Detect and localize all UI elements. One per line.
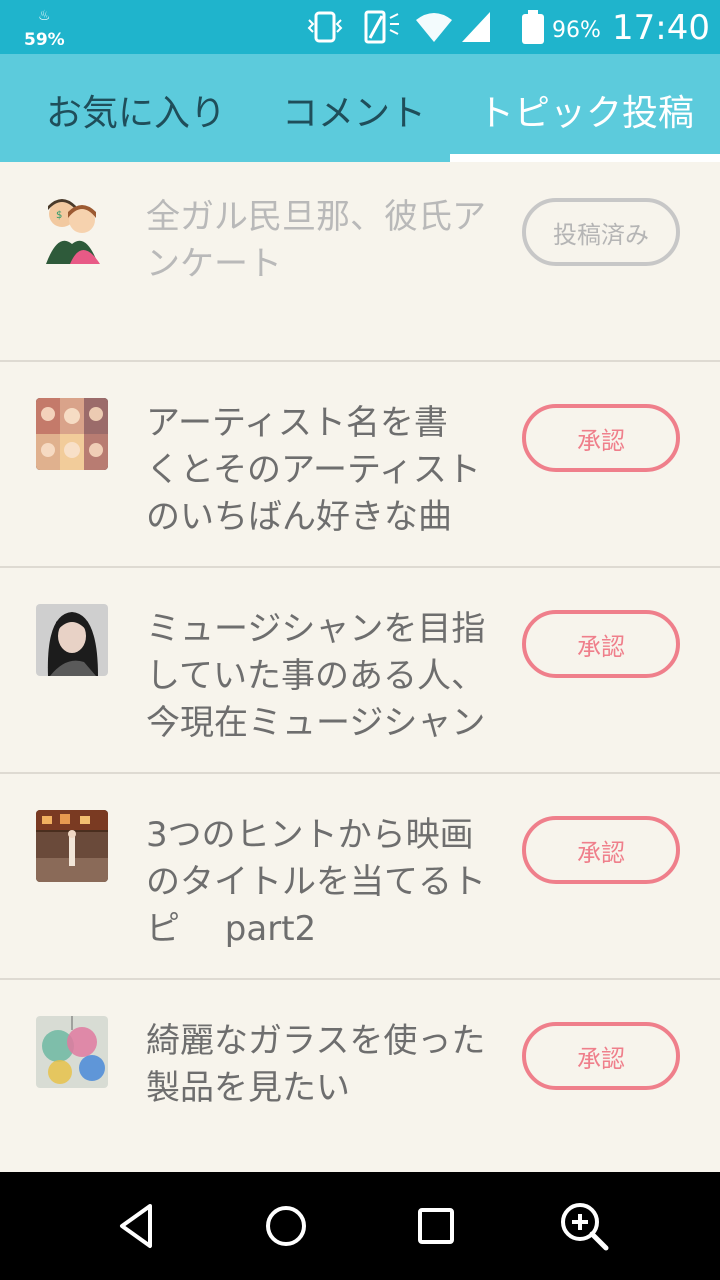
- list-item[interactable]: 3つのヒントから映画 のタイトルを当てるト ピ part2 承認: [0, 774, 720, 980]
- posted-button[interactable]: 投稿済み: [522, 198, 680, 266]
- clock: 17:40: [612, 8, 710, 48]
- approve-button[interactable]: 承認: [522, 404, 680, 472]
- signal-icon: [462, 12, 490, 42]
- status-bar: ♨ 59% 96% 17:40: [0, 0, 720, 54]
- tab-bar: お気に入り コメント トピック投稿: [0, 54, 720, 162]
- active-tab-indicator: [450, 154, 720, 162]
- tab-topic-posts[interactable]: トピック投稿: [478, 84, 694, 136]
- thumbnail: [36, 1016, 108, 1088]
- list-item[interactable]: 綺麗なガラスを使った 製品を見たい 承認: [0, 980, 720, 1170]
- topic-list: $ 全ガル民旦那、彼氏ア ンケート 投稿済み アーティスト名を書 くとそのアーテ…: [0, 162, 720, 1172]
- battery-percent: 96%: [552, 18, 601, 43]
- topic-title: アーティスト名を書 くとそのアーティスト のいちばん好きな曲: [146, 403, 481, 537]
- battery-icon: [522, 10, 544, 44]
- topic-title: 全ガル民旦那、彼氏ア ンケート: [146, 197, 486, 284]
- vibrate-icon: [307, 11, 343, 43]
- system-nav-bar: [0, 1172, 720, 1280]
- thumbnail: [36, 810, 108, 882]
- approve-button[interactable]: 承認: [522, 816, 680, 884]
- thumbnail: [36, 604, 108, 676]
- thumbnail: [36, 398, 108, 470]
- topic-title: 綺麗なガラスを使った 製品を見たい: [146, 1021, 486, 1108]
- tab-favorites[interactable]: お気に入り: [46, 84, 226, 136]
- approve-button[interactable]: 承認: [522, 610, 680, 678]
- topic-title: 3つのヒントから映画 のタイトルを当てるト ピ part2: [146, 815, 486, 949]
- recents-icon[interactable]: [406, 1196, 466, 1256]
- screen-rotate-icon: [364, 10, 399, 44]
- zoom-icon[interactable]: [554, 1196, 614, 1256]
- wifi-icon: [416, 13, 452, 42]
- list-item[interactable]: アーティスト名を書 くとそのアーティスト のいちばん好きな曲 承認: [0, 362, 720, 568]
- tab-comments[interactable]: コメント: [282, 84, 426, 136]
- list-item[interactable]: ミュージシャンを目指 していた事のある人、 今現在ミュージシャン 承認: [0, 568, 720, 774]
- usb-indicator: ♨ 59%: [22, 6, 66, 50]
- thumbnail: $: [36, 192, 108, 264]
- svg-text:$: $: [56, 210, 62, 221]
- home-icon[interactable]: [256, 1196, 316, 1256]
- usb-icon: ♨: [38, 8, 51, 24]
- approve-button[interactable]: 承認: [522, 1022, 680, 1090]
- status-left-percent: 59%: [24, 30, 65, 50]
- list-item[interactable]: $ 全ガル民旦那、彼氏ア ンケート 投稿済み: [0, 162, 720, 362]
- topic-title: ミュージシャンを目指 していた事のある人、 今現在ミュージシャン: [146, 609, 486, 743]
- back-icon[interactable]: [106, 1196, 166, 1256]
